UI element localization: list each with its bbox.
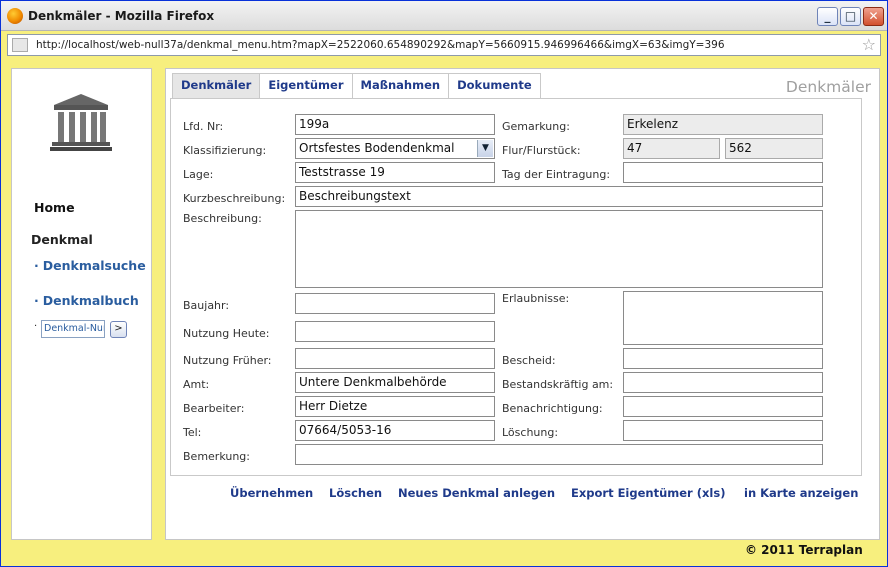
maximize-button[interactable]: □ [840, 7, 861, 26]
bestandskraeftig-input[interactable] [623, 372, 823, 393]
loeschung-label: Löschung: [502, 426, 559, 439]
beschreibung-textarea[interactable] [295, 210, 823, 288]
baujahr-label: Baujahr: [183, 299, 230, 312]
chevron-down-icon[interactable]: ▼ [477, 140, 493, 157]
window-title: Denkmäler - Mozilla Firefox [28, 9, 215, 23]
amt-input[interactable]: Untere Denkmalbehörde [295, 372, 495, 393]
neues-denkmal-link[interactable]: Neues Denkmal anlegen [398, 486, 555, 500]
bookmark-star-icon[interactable]: ☆ [862, 35, 876, 54]
minimize-button[interactable]: _ [817, 7, 838, 26]
bullet-icon: · [34, 258, 39, 273]
tel-input[interactable]: 07664/5053-16 [295, 420, 495, 441]
in-karte-anzeigen-link[interactable]: in Karte anzeigen [744, 486, 858, 500]
url-text: http://localhost/web-null37a/denkmal_men… [36, 39, 725, 51]
nav-denkmal-heading: Denkmal [31, 232, 93, 247]
nutzung-heute-label: Nutzung Heute: [183, 327, 270, 340]
beschreibung-label: Beschreibung: [183, 212, 262, 225]
tab-dokumente[interactable]: Dokumente [448, 73, 541, 98]
url-bar[interactable]: http://localhost/web-null37a/denkmal_men… [7, 34, 881, 56]
denkmal-form: Lfd. Nr: 199a Gemarkung: Erkelenz Klassi… [170, 98, 862, 476]
lage-input[interactable]: Teststrasse 19 [295, 162, 495, 183]
gemarkung-input[interactable]: Erkelenz [623, 114, 823, 135]
tag-input[interactable] [623, 162, 823, 183]
bearbeiter-input[interactable]: Herr Dietze [295, 396, 495, 417]
denkmal-number-input[interactable]: Denkmal-Nur [41, 320, 105, 338]
nav-denkmalsuche[interactable]: · Denkmalsuche [34, 258, 146, 273]
loeschen-link[interactable]: Löschen [329, 486, 382, 500]
sidebar: Home Denkmal · Denkmalsuche · Denkmalbuch … [11, 68, 152, 540]
tag-label: Tag der Eintragung: [502, 168, 611, 181]
klassifizierung-select[interactable]: Ortsfestes Bodendenkmal ▼ [295, 138, 495, 159]
flurstueck-input[interactable]: 562 [725, 138, 823, 159]
kurzbeschreibung-label: Kurzbeschreibung: [183, 192, 286, 205]
go-button[interactable]: > [110, 321, 127, 338]
lfd-input[interactable]: 199a [295, 114, 495, 135]
kurzbeschreibung-input[interactable]: Beschreibungstext [295, 186, 823, 207]
gemarkung-label: Gemarkung: [502, 120, 570, 133]
bescheid-input[interactable] [623, 348, 823, 369]
flur-label: Flur/Flurstück: [502, 144, 581, 157]
copyright-footer: © 2011 Terraplan [745, 543, 863, 557]
nav-home[interactable]: Home [34, 200, 75, 215]
loeschung-input[interactable] [623, 420, 823, 441]
main-panel: Denkmäler Eigentümer Maßnahmen Dokumente… [165, 68, 880, 540]
title-bar: Denkmäler - Mozilla Firefox _ □ ✕ [1, 1, 887, 31]
erlaubnisse-textarea[interactable] [623, 291, 823, 345]
benachrichtigung-label: Benachrichtigung: [502, 402, 603, 415]
uebernehmen-link[interactable]: Übernehmen [230, 486, 313, 500]
page-icon [12, 38, 28, 52]
action-links: Übernehmen Löschen Neues Denkmal anlegen… [166, 486, 881, 504]
bearbeiter-label: Bearbeiter: [183, 402, 245, 415]
amt-label: Amt: [183, 378, 210, 391]
export-eigentuemer-link[interactable]: Export Eigentümer (xls) [571, 486, 725, 500]
browser-window: Denkmäler - Mozilla Firefox _ □ ✕ http:/… [0, 0, 888, 567]
tab-massnahmen[interactable]: Maßnahmen [351, 73, 450, 98]
benachrichtigung-input[interactable] [623, 396, 823, 417]
tab-bar: Denkmäler Eigentümer Maßnahmen Dokumente [172, 73, 541, 98]
baujahr-input[interactable] [295, 293, 495, 314]
firefox-icon [7, 8, 23, 24]
nutzung-heute-input[interactable] [295, 321, 495, 342]
bemerkung-label: Bemerkung: [183, 450, 250, 463]
nav-denkmalsuche-label: Denkmalsuche [42, 258, 146, 273]
nav-denkmalbuch[interactable]: · Denkmalbuch [34, 293, 139, 308]
tab-eigentuemer[interactable]: Eigentümer [259, 73, 353, 98]
page-title: Denkmäler [785, 78, 871, 96]
bemerkung-input[interactable] [295, 444, 823, 465]
nutzung-frueher-input[interactable] [295, 348, 495, 369]
bullet-icon: · [34, 293, 39, 308]
bullet-icon: · [34, 321, 38, 332]
nav-denkmalbuch-label: Denkmalbuch [42, 293, 139, 308]
nutzung-frueher-label: Nutzung Früher: [183, 354, 272, 367]
erlaubnisse-label: Erlaubnisse: [502, 292, 570, 305]
bescheid-label: Bescheid: [502, 354, 556, 367]
temple-logo-icon [50, 94, 112, 151]
flur-input[interactable]: 47 [623, 138, 720, 159]
bestandskraeftig-label: Bestandskräftig am: [502, 378, 614, 391]
klassifizierung-value: Ortsfestes Bodendenkmal [299, 141, 455, 155]
lage-label: Lage: [183, 168, 214, 181]
tel-label: Tel: [183, 426, 202, 439]
lfd-label: Lfd. Nr: [183, 120, 224, 133]
klassifizierung-label: Klassifizierung: [183, 144, 267, 157]
close-button[interactable]: ✕ [863, 7, 884, 26]
tab-denkmaeler[interactable]: Denkmäler [172, 73, 261, 98]
